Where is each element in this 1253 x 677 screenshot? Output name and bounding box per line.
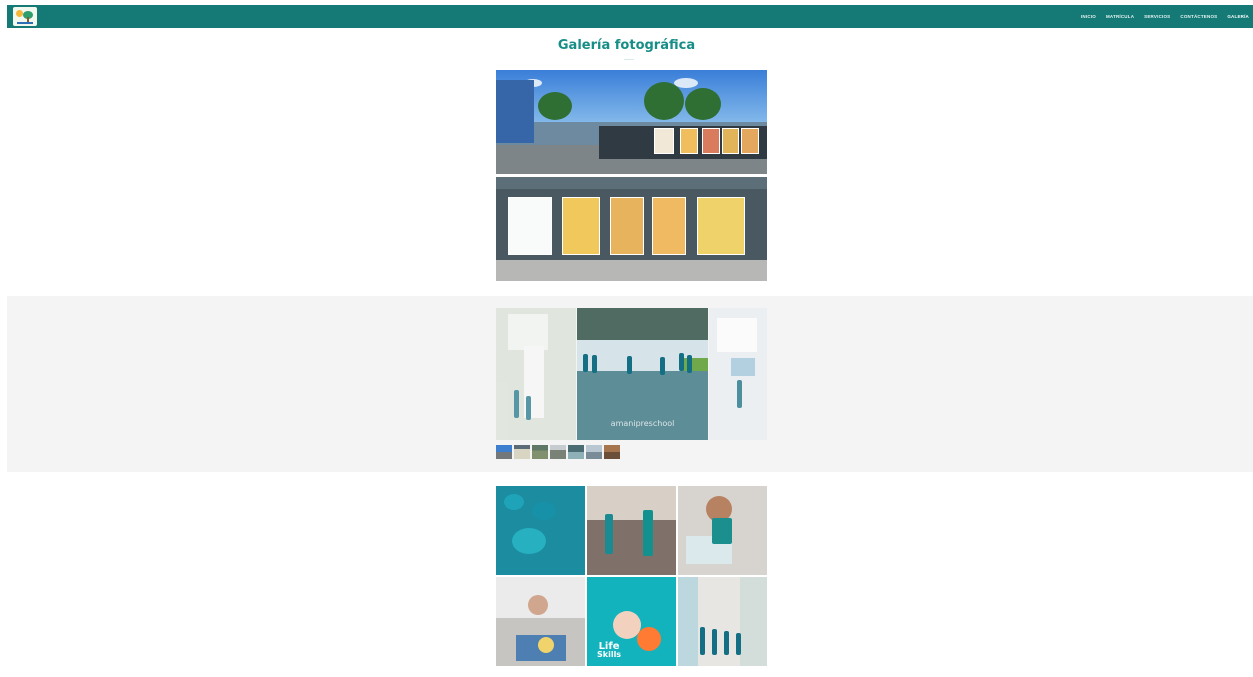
carousel-slide-previous[interactable] — [496, 308, 576, 440]
carousel-thumbnails — [496, 445, 620, 459]
life-skills-badge: Life Skills — [597, 641, 622, 659]
sun-icon — [16, 10, 23, 17]
nav-link-galeria[interactable]: GALERÍA — [1227, 14, 1249, 19]
nav-link-contactenos[interactable]: CONTÁCTENOS — [1180, 14, 1217, 19]
carousel-watermark: amanipreschool — [610, 419, 675, 428]
mosaic-photo-3[interactable] — [678, 486, 767, 575]
thumbnail-3[interactable] — [532, 445, 548, 459]
thumbnail-4[interactable] — [550, 445, 566, 459]
main-menu: INICIO MATRÍCULA SERVICIOS CONTÁCTENOS G… — [1081, 14, 1249, 19]
mosaic-photo-6[interactable] — [678, 577, 767, 666]
thumbnail-1[interactable] — [496, 445, 512, 459]
nav-link-matricula[interactable]: MATRÍCULA — [1106, 14, 1134, 19]
logo-ground — [17, 22, 33, 24]
mosaic-photo-life-skills[interactable]: Life Skills — [587, 577, 676, 666]
photo-carousel[interactable]: amanipreschool — [496, 308, 767, 440]
thumbnail-2[interactable] — [514, 445, 530, 459]
mosaic-photo-2[interactable] — [587, 486, 676, 575]
thumbnail-7[interactable] — [604, 445, 620, 459]
photo-mosaic: Life Skills — [496, 486, 767, 666]
school-banners-photo[interactable] — [496, 177, 767, 281]
thumbnail-6[interactable] — [586, 445, 602, 459]
top-navigation-bar: INICIO MATRÍCULA SERVICIOS CONTÁCTENOS G… — [7, 5, 1253, 28]
nav-link-inicio[interactable]: INICIO — [1081, 14, 1096, 19]
preschool-logo[interactable] — [13, 7, 37, 26]
nav-link-servicios[interactable]: SERVICIOS — [1144, 14, 1170, 19]
mosaic-photo-4[interactable] — [496, 577, 585, 666]
title-divider — [624, 59, 634, 60]
carousel-slide-next[interactable] — [709, 308, 767, 440]
carousel-slide-current[interactable]: amanipreschool — [577, 308, 708, 440]
thumbnail-5[interactable] — [568, 445, 584, 459]
school-exterior-photo[interactable] — [496, 70, 767, 174]
mosaic-photo-1[interactable] — [496, 486, 585, 575]
page-title: Galería fotográfica — [557, 38, 696, 53]
